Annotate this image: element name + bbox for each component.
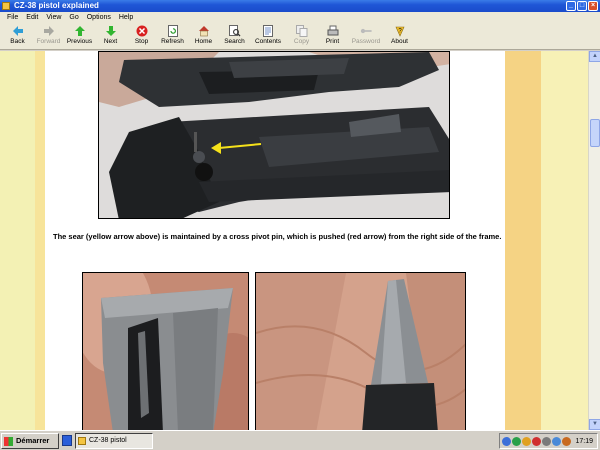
about-button[interactable]: ? About (384, 23, 415, 50)
about-icon: ? (394, 25, 406, 37)
search-button[interactable]: Search (219, 23, 250, 50)
refresh-icon (167, 25, 179, 37)
key-icon (360, 25, 372, 37)
document-view[interactable]: The sear (yellow arrow above) is maintai… (0, 51, 588, 430)
menu-options[interactable]: Options (83, 12, 115, 23)
home-icon (198, 25, 210, 37)
previous-button[interactable]: Previous (64, 23, 95, 50)
quick-launch-icon[interactable] (62, 435, 72, 446)
menu-bar: File Edit View Go Options Help (0, 12, 600, 23)
network-icon[interactable] (502, 436, 511, 446)
menu-go[interactable]: Go (65, 12, 82, 23)
vertical-scrollbar[interactable]: ▲ ▼ (588, 51, 600, 430)
contents-button[interactable]: Contents (250, 23, 286, 50)
window-title-bar[interactable]: CZ-38 pistol explained _ □ × (0, 0, 600, 12)
photo-caption: The sear (yellow arrow above) is maintai… (53, 232, 502, 241)
window-title: CZ-38 pistol explained (14, 1, 99, 10)
back-button[interactable]: Back (2, 23, 33, 50)
sear-part-photo (82, 272, 249, 430)
taskbar-item-active-window[interactable]: CZ-38 pistol explained (75, 433, 153, 449)
app-icon (78, 437, 86, 445)
forward-arrow-icon (43, 25, 55, 37)
copy-button[interactable]: Copy (286, 23, 317, 50)
toolbar: Back Forward Previous Next Stop Refresh (0, 23, 600, 50)
scroll-up-arrow-icon[interactable]: ▲ (589, 51, 600, 62)
left-margin-stripe (35, 51, 45, 430)
app-icon (2, 2, 10, 10)
down-arrow-icon (105, 25, 117, 37)
next-button[interactable]: Next (95, 23, 126, 50)
stop-button[interactable]: Stop (126, 23, 157, 50)
right-margin-stripe (541, 51, 588, 430)
taskbar: Démarrer CZ-38 pistol explained 17:19 (0, 430, 600, 450)
volume-icon[interactable] (552, 436, 561, 446)
right-margin-band (505, 51, 541, 430)
minimize-button[interactable]: _ (566, 1, 576, 11)
start-button[interactable]: Démarrer (1, 433, 59, 449)
tray-util-icon[interactable] (562, 436, 571, 446)
print-icon (327, 25, 339, 37)
up-arrow-icon (74, 25, 86, 37)
menu-help[interactable]: Help (115, 12, 137, 23)
search-icon (228, 25, 241, 37)
security-icon[interactable] (532, 436, 541, 446)
refresh-button[interactable]: Refresh (157, 23, 188, 50)
scroll-down-arrow-icon[interactable]: ▼ (589, 419, 600, 430)
print-button[interactable]: Print (317, 23, 348, 50)
page-body: The sear (yellow arrow above) is maintai… (45, 51, 505, 430)
password-button[interactable]: Password (348, 23, 384, 50)
contents-icon (262, 25, 274, 37)
maximize-button[interactable]: □ (577, 1, 587, 11)
tray-app-icon[interactable] (522, 436, 531, 446)
pistol-frame-photo (98, 51, 450, 219)
windows-logo-icon (4, 437, 13, 446)
copy-icon (295, 25, 308, 37)
home-button[interactable]: Home (188, 23, 219, 50)
system-tray: 17:19 (499, 433, 598, 449)
scroll-thumb[interactable] (590, 119, 600, 147)
sear-tip-photo (255, 272, 466, 430)
clock: 17:19 (575, 437, 593, 445)
close-button[interactable]: × (588, 1, 598, 11)
antivirus-icon[interactable] (512, 436, 521, 446)
menu-file[interactable]: File (3, 12, 22, 23)
tray-misc-icon[interactable] (542, 436, 551, 446)
menu-edit[interactable]: Edit (22, 12, 42, 23)
menu-view[interactable]: View (42, 12, 65, 23)
forward-button[interactable]: Forward (33, 23, 64, 50)
back-arrow-icon (12, 25, 24, 37)
stop-icon (136, 25, 148, 37)
